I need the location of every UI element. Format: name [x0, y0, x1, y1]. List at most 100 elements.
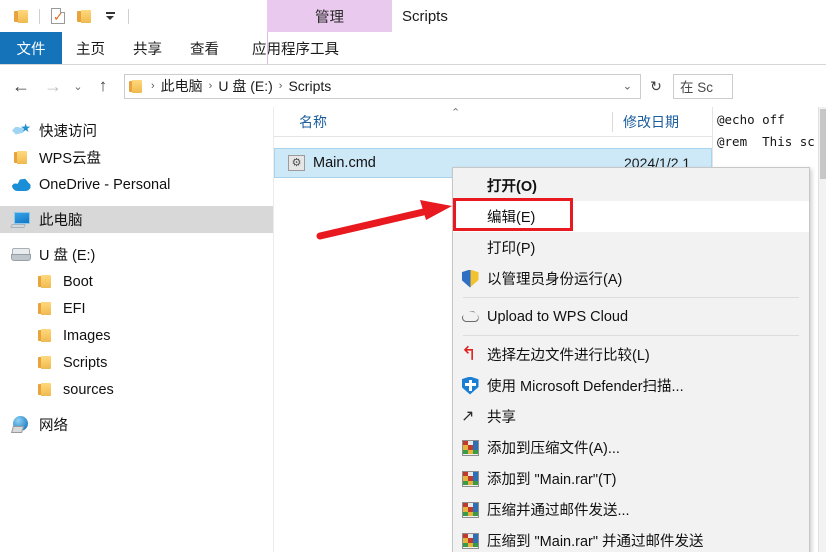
tab-view[interactable]: 查看: [176, 32, 233, 64]
menu-separator: [463, 297, 799, 298]
sidebar-item-this-pc[interactable]: 此电脑: [0, 206, 273, 233]
preview-scrollbar[interactable]: [818, 107, 826, 552]
tab-share-label: 共享: [133, 41, 162, 58]
qat-divider-2: [128, 8, 129, 24]
recent-locations-button[interactable]: ⌄: [68, 73, 88, 99]
sidebar-item-wps-cloud[interactable]: WPS云盘: [0, 144, 273, 171]
scrollbar-thumb[interactable]: [820, 109, 826, 179]
forward-button[interactable]: →: [40, 73, 66, 99]
context-menu: 打开(O) 编辑(E) 打印(P) 以管理员身份运行(A) Upload to …: [452, 167, 810, 552]
sidebar-item-label: 快速访问: [39, 124, 97, 140]
breadcrumb-separator: ›: [278, 80, 283, 92]
tab-share[interactable]: 共享: [119, 32, 176, 64]
menu-item-label: Upload to WPS Cloud: [487, 308, 629, 325]
search-box[interactable]: 在 Sc: [673, 73, 733, 99]
sidebar-item-label: U 盘 (E:): [39, 248, 96, 264]
sidebar-item-efi[interactable]: EFI: [0, 295, 273, 322]
menu-item-label: 打印(P): [487, 241, 536, 257]
menu-item-add-to-main-rar[interactable]: 添加到 "Main.rar"(T): [453, 463, 809, 494]
tab-file-label: 文件: [16, 41, 46, 58]
compare-undo-icon: ↰: [461, 343, 477, 365]
tab-view-label: 查看: [190, 41, 219, 58]
folder-icon: [34, 379, 56, 401]
folder-icon: [10, 147, 32, 169]
address-dropdown-icon[interactable]: ⌄: [623, 80, 632, 93]
breadcrumb-item-usb-drive[interactable]: U 盘 (E:): [216, 76, 274, 96]
menu-item-run-as-administrator[interactable]: 以管理员身份运行(A): [453, 263, 809, 294]
folder-icon: [13, 9, 29, 23]
back-arrow-icon: ←: [12, 75, 30, 96]
sidebar-item-label: 网络: [39, 418, 68, 434]
sidebar-item-label: sources: [63, 381, 114, 398]
share-arrow-icon: ↗: [461, 408, 475, 425]
up-button[interactable]: ↑: [90, 73, 116, 99]
refresh-button[interactable]: ↻: [643, 74, 669, 99]
breadcrumb-item-this-pc[interactable]: 此电脑: [159, 76, 205, 96]
sidebar-item-images[interactable]: Images: [0, 322, 273, 349]
menu-item-share[interactable]: ↗ 共享: [453, 401, 809, 432]
refresh-icon: ↻: [650, 77, 662, 94]
search-placeholder: 在 Sc: [680, 80, 714, 95]
new-folder-icon: [76, 9, 92, 23]
ribbon-tab-strip: 文件 主页 共享 查看 应用程序工具: [0, 32, 826, 64]
qat-properties-button[interactable]: ✓: [45, 3, 71, 29]
sidebar-item-usb-drive[interactable]: U 盘 (E:): [0, 241, 273, 268]
tab-home-label: 主页: [76, 41, 105, 58]
sort-ascending-icon: ⌃: [451, 107, 461, 119]
qat-new-folder-button[interactable]: [71, 3, 97, 29]
sidebar-item-label: EFI: [63, 300, 86, 317]
chevron-down-icon: [105, 12, 115, 20]
chevron-down-icon: ⌄: [73, 80, 83, 93]
qat-folder-button[interactable]: [8, 3, 34, 29]
uac-shield-icon: [453, 269, 487, 288]
menu-item-scan-with-defender[interactable]: 使用 Microsoft Defender扫描...: [453, 370, 809, 401]
sidebar-item-label: Boot: [63, 273, 93, 290]
folder-icon: [129, 79, 143, 93]
file-name-cell: Main.cmd: [313, 155, 376, 171]
sidebar-item-onedrive[interactable]: OneDrive - Personal: [0, 171, 273, 198]
menu-item-compress-to-main-rar-and-email[interactable]: 压缩到 "Main.rar" 并通过邮件发送: [453, 525, 809, 552]
forward-arrow-icon: →: [44, 75, 62, 96]
this-pc-icon: [10, 209, 32, 231]
column-divider[interactable]: [612, 112, 613, 132]
quick-access-star-icon: ★: [10, 120, 32, 142]
sidebar-item-scripts[interactable]: Scripts: [0, 349, 273, 376]
winrar-icon: [453, 501, 487, 518]
menu-item-edit[interactable]: 编辑(E): [453, 201, 809, 232]
folder-icon: [34, 298, 56, 320]
menu-item-print[interactable]: 打印(P): [453, 232, 809, 263]
column-header-name[interactable]: 名称: [299, 107, 327, 137]
sidebar-item-quick-access[interactable]: ★ 快速访问: [0, 117, 273, 144]
column-header-row: 名称 ⌃ 修改日期: [274, 107, 712, 137]
winrar-icon: [453, 532, 487, 549]
column-header-date-modified[interactable]: 修改日期: [623, 107, 679, 137]
title-bar: ✓ 管理 Scripts: [0, 0, 826, 32]
sidebar-item-sources[interactable]: sources: [0, 376, 273, 403]
tab-home[interactable]: 主页: [62, 32, 119, 64]
contextual-tab-divider: [267, 32, 268, 64]
menu-item-select-left-file-to-compare[interactable]: ↰ 选择左边文件进行比较(L): [453, 339, 809, 370]
properties-icon: ✓: [51, 8, 65, 24]
qat-customize-button[interactable]: [97, 3, 123, 29]
onedrive-cloud-icon: [10, 174, 32, 196]
sidebar-item-label: WPS云盘: [39, 151, 102, 167]
breadcrumb-separator: ›: [151, 80, 155, 92]
address-bar[interactable]: › 此电脑 › U 盘 (E:) › Scripts ⌄: [124, 73, 641, 99]
menu-item-open[interactable]: 打开(O): [453, 170, 809, 201]
menu-item-compress-and-email[interactable]: 压缩并通过邮件发送...: [453, 494, 809, 525]
menu-item-add-to-archive[interactable]: 添加到压缩文件(A)...: [453, 432, 809, 463]
sidebar-item-boot[interactable]: Boot: [0, 268, 273, 295]
tab-application-tools[interactable]: 应用程序工具: [233, 32, 358, 64]
folder-icon: [34, 325, 56, 347]
sidebar-item-network[interactable]: 网络: [0, 411, 273, 438]
breadcrumb-item-scripts[interactable]: Scripts: [286, 78, 333, 94]
usb-drive-icon: [10, 244, 32, 266]
quick-access-toolbar: ✓: [0, 3, 134, 29]
tab-file[interactable]: 文件: [0, 32, 62, 64]
winrar-icon: [453, 439, 487, 456]
menu-item-label: 以管理员身份运行(A): [487, 272, 623, 288]
menu-item-label: 添加到压缩文件(A)...: [487, 441, 620, 457]
sidebar-item-label: 此电脑: [39, 213, 83, 229]
menu-item-upload-to-wps-cloud[interactable]: Upload to WPS Cloud: [453, 301, 809, 332]
back-button[interactable]: ←: [8, 73, 34, 99]
